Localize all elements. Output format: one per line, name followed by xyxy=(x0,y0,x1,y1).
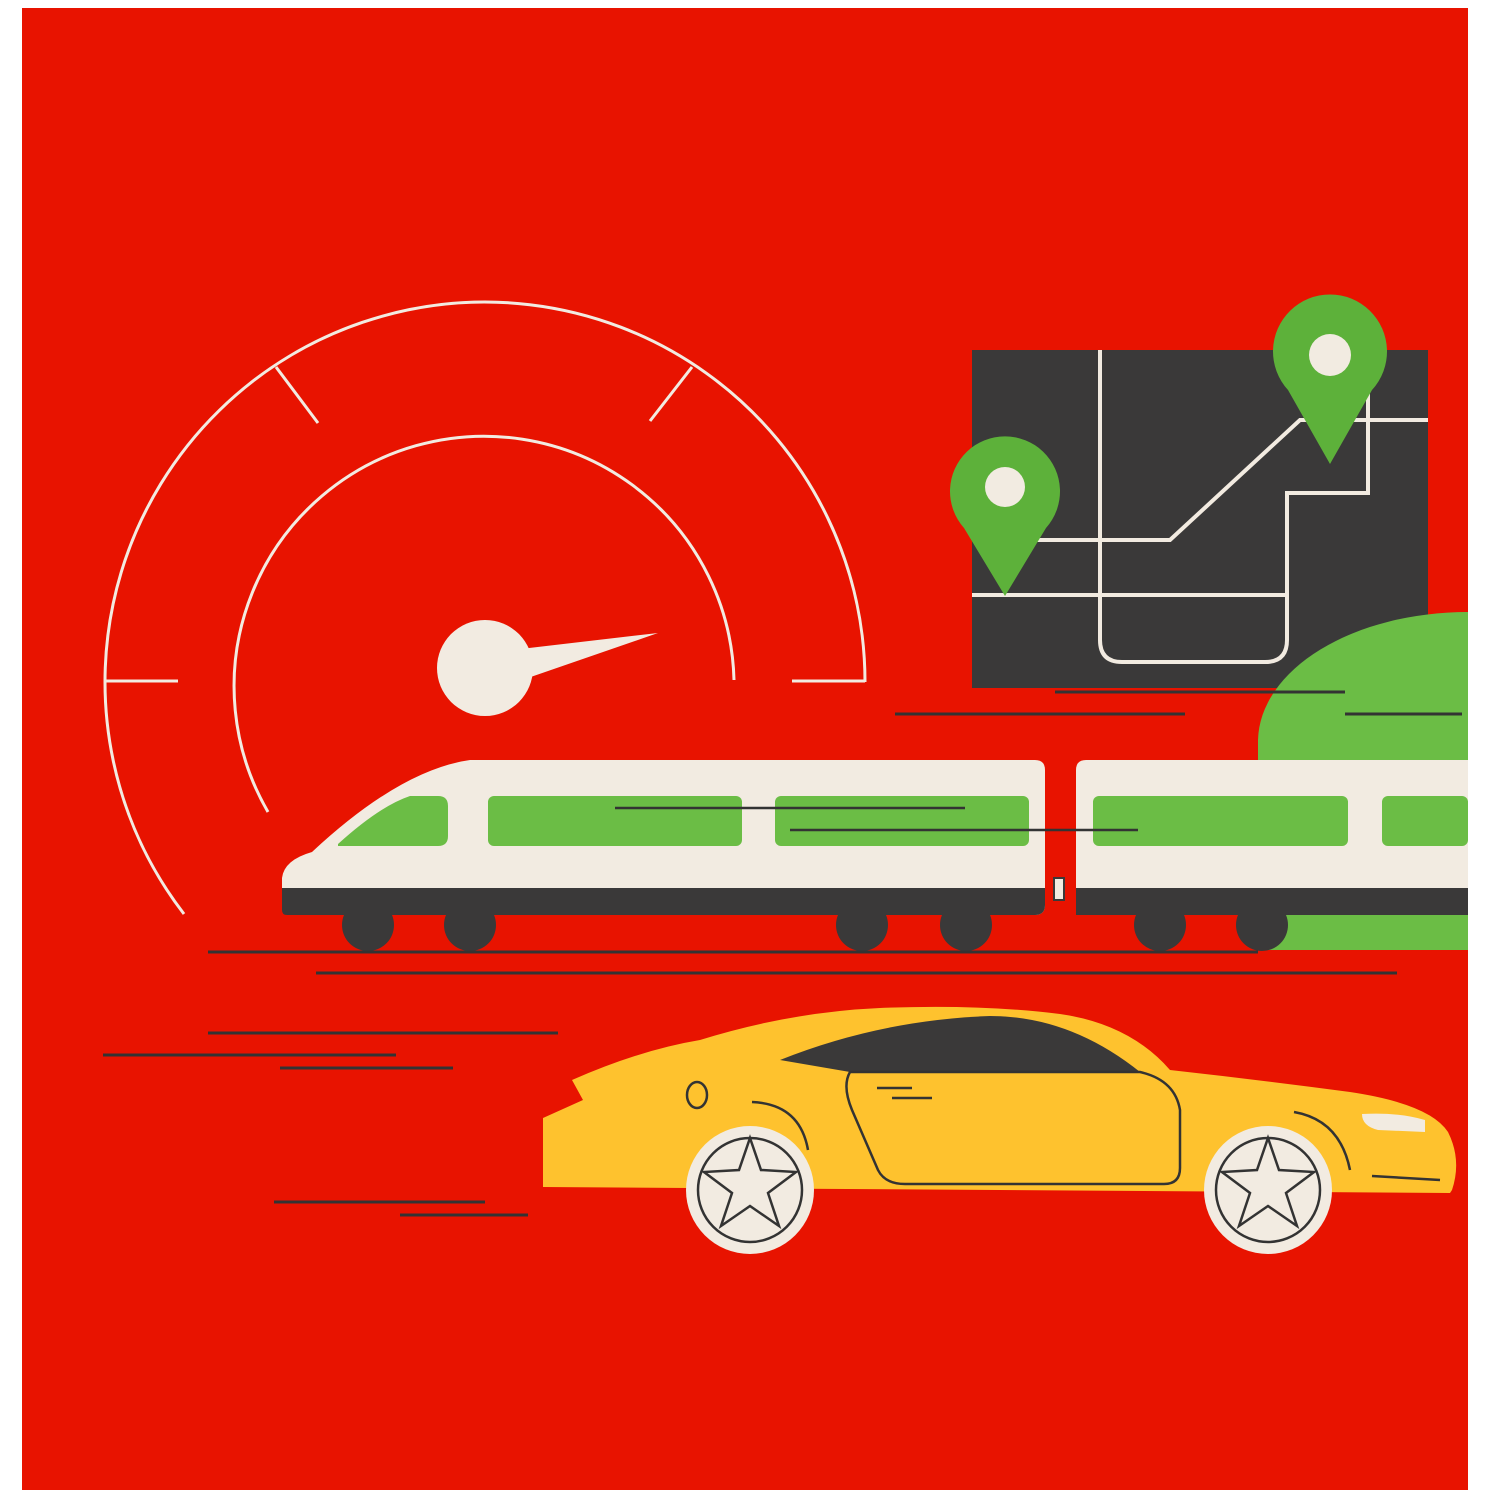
illustration-frame xyxy=(0,0,1490,1501)
car-wheel-rear xyxy=(686,1126,814,1254)
train-windows xyxy=(338,796,1468,846)
car-wheel-front xyxy=(1204,1126,1332,1254)
train-rear-skirt xyxy=(1076,888,1468,915)
red-background xyxy=(22,8,1468,1490)
train-coupling xyxy=(1053,877,1065,901)
train-front-skirt xyxy=(282,888,1045,915)
transport-illustration xyxy=(22,8,1468,1490)
